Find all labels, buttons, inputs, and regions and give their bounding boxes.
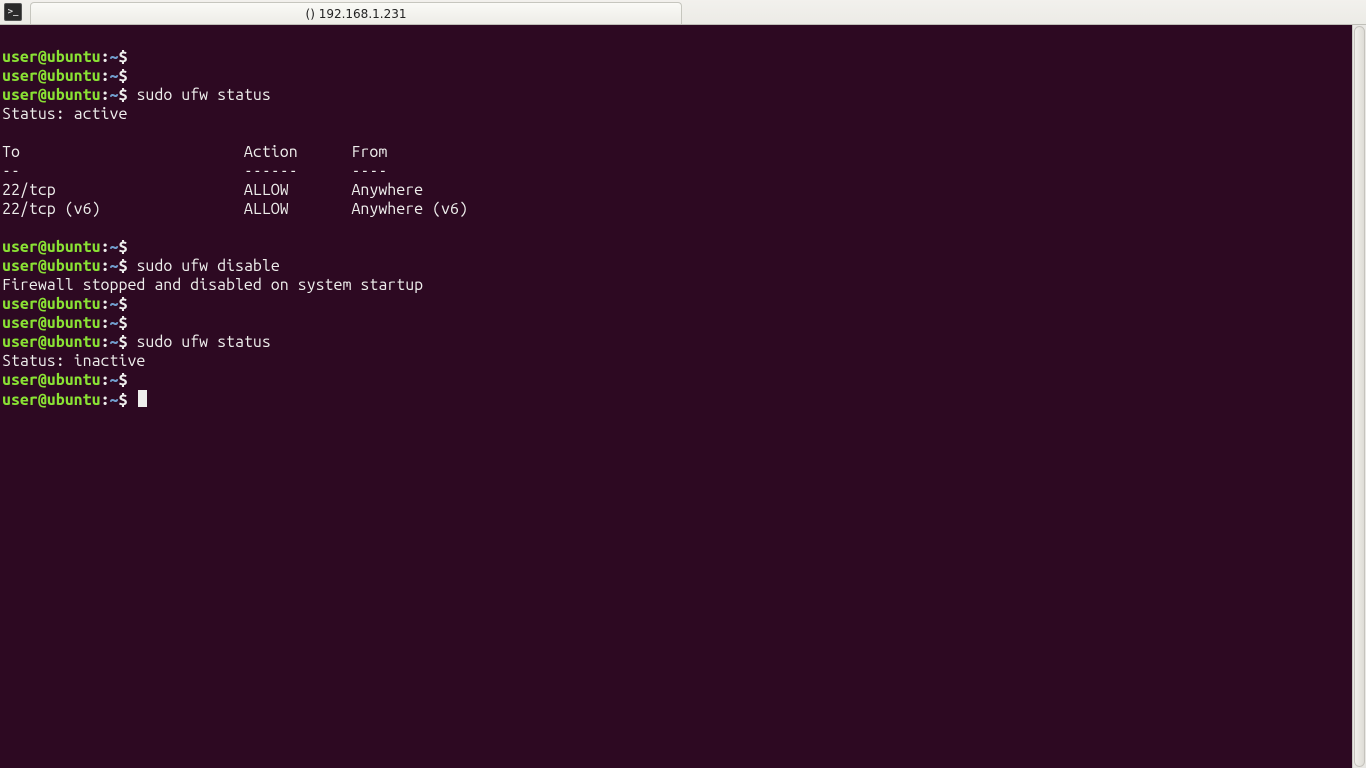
prompt-line: user@ubuntu:~$ sudo ufw status	[2, 333, 271, 351]
prompt-userhost: user@ubuntu	[2, 314, 101, 332]
prompt-sep1: :	[101, 314, 110, 332]
window-titlebar[interactable]: >_ () 192.168.1.231	[0, 0, 1366, 25]
prompt-path: ~	[110, 391, 119, 409]
prompt-sep1: :	[101, 333, 110, 351]
prompt-line: user@ubuntu:~$	[2, 371, 136, 389]
prompt-sep2: $	[119, 295, 128, 313]
output-line: 22/tcp (v6) ALLOW Anywhere (v6)	[2, 200, 468, 218]
scrollbar-thumb[interactable]	[1354, 26, 1365, 767]
prompt-line: user@ubuntu:~$	[2, 67, 136, 85]
command-text: sudo ufw status	[136, 86, 270, 104]
terminal[interactable]: user@ubuntu:~$ user@ubuntu:~$ user@ubunt…	[0, 25, 1352, 768]
prompt-path: ~	[110, 371, 119, 389]
prompt-userhost: user@ubuntu	[2, 333, 101, 351]
prompt-sep2: $	[119, 48, 128, 66]
command-text: sudo ufw disable	[136, 257, 279, 275]
prompt-userhost: user@ubuntu	[2, 67, 101, 85]
prompt-path: ~	[110, 48, 119, 66]
prompt-userhost: user@ubuntu	[2, 86, 101, 104]
output-line: Status: active	[2, 105, 127, 123]
prompt-line: user@ubuntu:~$	[2, 295, 136, 313]
prompt-sep1: :	[101, 86, 110, 104]
prompt-path: ~	[110, 333, 119, 351]
prompt-line: user@ubuntu:~$	[2, 238, 136, 256]
output-line: To Action From	[2, 143, 387, 161]
prompt-sep2: $	[119, 371, 128, 389]
prompt-path: ~	[110, 67, 119, 85]
command-text: sudo ufw status	[136, 333, 270, 351]
terminal-container: user@ubuntu:~$ user@ubuntu:~$ user@ubunt…	[0, 25, 1366, 768]
output-line: 22/tcp ALLOW Anywhere	[2, 181, 423, 199]
prompt-sep2: $	[119, 238, 128, 256]
prompt-sep2: $	[119, 333, 128, 351]
terminal-app-icon-glyph: >_	[8, 7, 19, 17]
prompt-path: ~	[110, 257, 119, 275]
prompt-userhost: user@ubuntu	[2, 391, 101, 409]
prompt-sep1: :	[101, 238, 110, 256]
prompt-line: user@ubuntu:~$ sudo ufw status	[2, 86, 271, 104]
prompt-line: user@ubuntu:~$	[2, 314, 136, 332]
output-line: Status: inactive	[2, 352, 145, 370]
prompt-sep1: :	[101, 257, 110, 275]
prompt-path: ~	[110, 86, 119, 104]
prompt-userhost: user@ubuntu	[2, 48, 101, 66]
terminal-app-icon: >_	[4, 3, 22, 21]
prompt-sep1: :	[101, 67, 110, 85]
prompt-sep1: :	[101, 295, 110, 313]
prompt-path: ~	[110, 314, 119, 332]
prompt-line: user@ubuntu:~$	[2, 48, 136, 66]
prompt-userhost: user@ubuntu	[2, 257, 101, 275]
prompt-userhost: user@ubuntu	[2, 238, 101, 256]
prompt-sep2: $	[119, 257, 128, 275]
prompt-sep2: $	[119, 391, 128, 409]
window-title: () 192.168.1.231	[306, 7, 407, 21]
terminal-cursor	[138, 390, 147, 407]
prompt-sep1: :	[101, 371, 110, 389]
prompt-line: user@ubuntu:~$ sudo ufw disable	[2, 257, 280, 275]
output-line: Firewall stopped and disabled on system …	[2, 276, 423, 294]
prompt-line: user@ubuntu:~$	[2, 391, 147, 409]
output-line: -- ------ ----	[2, 162, 387, 180]
window-tab[interactable]: () 192.168.1.231	[30, 2, 682, 24]
prompt-sep1: :	[101, 391, 110, 409]
prompt-sep2: $	[119, 314, 128, 332]
prompt-sep2: $	[119, 86, 128, 104]
prompt-sep1: :	[101, 48, 110, 66]
vertical-scrollbar[interactable]	[1352, 25, 1366, 768]
prompt-userhost: user@ubuntu	[2, 295, 101, 313]
prompt-path: ~	[110, 295, 119, 313]
prompt-path: ~	[110, 238, 119, 256]
prompt-userhost: user@ubuntu	[2, 371, 101, 389]
prompt-sep2: $	[119, 67, 128, 85]
